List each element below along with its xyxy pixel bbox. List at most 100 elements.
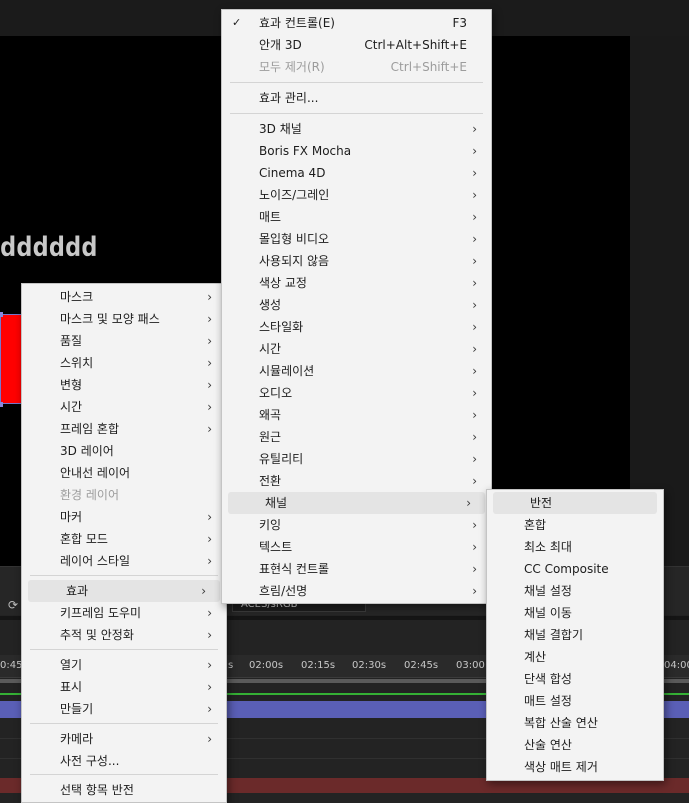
channel-effect-item-산술-연산[interactable]: 산술 연산 [487,734,663,756]
effects-category-item-사용되지-않음[interactable]: 사용되지 않음 › [222,250,491,272]
context-menu-item-추적-및-안정화[interactable]: 추적 및 안정화 › [22,624,226,646]
context-menu-item-시간[interactable]: 시간 › [22,396,226,418]
effects-category-item-boris-fx-mocha[interactable]: Boris FX Mocha › [222,140,491,162]
context-menu-item-효과[interactable]: 효과 › [28,580,220,602]
reset-exposure-icon[interactable]: ⟳ [8,599,20,611]
effects-category-item-표현식-컨트롤[interactable]: 표현식 컨트롤 › [222,558,491,580]
context-menu-item-label: 추적 및 안정화 [60,628,134,642]
layer-handle[interactable] [0,312,3,317]
context-menu-item-label: 만들기 [60,702,94,716]
effects-category-item-색상-교정[interactable]: 색상 교정 › [222,272,491,294]
channel-effect-item-label: 매트 설정 [524,694,572,708]
effects-menu-item-모두-제거-r[interactable]: 모두 제거(R) Ctrl+Shift+E [222,56,491,78]
channel-effect-item-채널-설정[interactable]: 채널 설정 [487,580,663,602]
channel-effect-item-색상-매트-제거[interactable]: 색상 매트 제거 [487,756,663,778]
context-menu-item-label: 변형 [60,378,83,392]
layer-handle[interactable] [0,402,3,407]
channel-effect-item-label: 채널 이동 [524,606,572,620]
effects-category-item-오디오[interactable]: 오디오 › [222,382,491,404]
context-menu-item-label: 키프레임 도우미 [60,606,142,620]
effects-category-item-시뮬레이션[interactable]: 시뮬레이션 › [222,360,491,382]
effects-category-item-채널[interactable]: 채널 › [228,492,485,514]
shortcut-label: Ctrl+Alt+Shift+E [364,38,467,52]
effects-category-item-흐림-선명[interactable]: 흐림/선명 › [222,580,491,602]
chevron-right-icon: › [466,496,471,510]
channel-effect-item-복합-산술-연산[interactable]: 복합 산술 연산 [487,712,663,734]
context-menu-item-선택-항목-반전[interactable]: 선택 항목 반전 [22,779,226,801]
chevron-right-icon: › [472,276,477,290]
effects-category-item-키잉[interactable]: 키잉 › [222,514,491,536]
effects-category-item-매트[interactable]: 매트 › [222,206,491,228]
context-menu-item-마스크[interactable]: 마스크 › [22,286,226,308]
channel-effect-item-계산[interactable]: 계산 [487,646,663,668]
context-menu-item-혼합-모드[interactable]: 혼합 모드 › [22,528,226,550]
context-menu-item-키프레임-도우미[interactable]: 키프레임 도우미 › [22,602,226,624]
effects-category-item-3d-채널[interactable]: 3D 채널 › [222,118,491,140]
context-menu-item-label: 스위치 [60,356,94,370]
effects-category-item-cinema-4d[interactable]: Cinema 4D › [222,162,491,184]
context-menu-item-환경-레이어[interactable]: 환경 레이어 [22,484,226,506]
effects-category-item-label: 원근 [259,430,282,444]
effects-category-item-label: 오디오 [259,386,293,400]
chevron-right-icon: › [207,422,212,436]
effects-menu-item-안개-3d[interactable]: 안개 3D Ctrl+Alt+Shift+E [222,34,491,56]
effects-category-item-스타일화[interactable]: 스타일화 › [222,316,491,338]
context-menu-item-열기[interactable]: 열기 › [22,654,226,676]
menu-separator [30,723,218,724]
channel-effect-item-매트-설정[interactable]: 매트 설정 [487,690,663,712]
effects-menu-item-label: 안개 3D [259,38,302,52]
ruler-tick: 04:00 [664,660,689,671]
effects-category-item-왜곡[interactable]: 왜곡 › [222,404,491,426]
effects-category-item-전환[interactable]: 전환 › [222,470,491,492]
channel-effect-item-최소-최대[interactable]: 최소 최대 [487,536,663,558]
effects-category-item-label: Cinema 4D [259,166,326,180]
ruler-tick: 0:45 [0,660,23,671]
context-menu-item-3d-레이어[interactable]: 3D 레이어 [22,440,226,462]
context-menu-item-프레임-혼합[interactable]: 프레임 혼합 › [22,418,226,440]
layer-context-menu: 마스크 › 마스크 및 모양 패스 › 품질 › 스위치 › 변형 › 시간 › 프레임 혼합 › 3D 레… [21,283,227,803]
shortcut-label: Ctrl+Shift+E [390,60,467,74]
chevron-right-icon: › [472,298,477,312]
effects-category-item-label: 매트 [259,210,282,224]
context-menu-item-품질[interactable]: 품질 › [22,330,226,352]
effects-category-item-몰입형-비디오[interactable]: 몰입형 비디오 › [222,228,491,250]
effects-category-item-노이즈-그레인[interactable]: 노이즈/그레인 › [222,184,491,206]
chevron-right-icon: › [207,702,212,716]
channel-effect-item-cc-composite[interactable]: CC Composite [487,558,663,580]
effects-menu-item-효과-관리[interactable]: 효과 관리... [222,87,491,109]
channel-effect-item-혼합[interactable]: 혼합 [487,514,663,536]
context-menu-item-label: 선택 항목 반전 [60,783,134,797]
composition-text-layer: dddddd [0,232,98,263]
channel-effect-item-채널-결합기[interactable]: 채널 결합기 [487,624,663,646]
context-menu-item-label: 표시 [60,680,83,694]
effects-category-item-label: 텍스트 [259,540,293,554]
chevron-right-icon: › [472,342,477,356]
chevron-right-icon: › [207,606,212,620]
chevron-right-icon: › [207,312,212,326]
context-menu-item-label: 마커 [60,510,83,524]
effects-category-item-시간[interactable]: 시간 › [222,338,491,360]
chevron-right-icon: › [472,518,477,532]
context-menu-item-스위치[interactable]: 스위치 › [22,352,226,374]
context-menu-item-레이어-스타일[interactable]: 레이어 스타일 › [22,550,226,572]
context-menu-item-label: 환경 레이어 [60,488,120,502]
context-menu-item-마커[interactable]: 마커 › [22,506,226,528]
effects-submenu: ✓ 효과 컨트롤(E) F3 안개 3D Ctrl+Alt+Shift+E 모두 제거(R… [221,9,492,604]
context-menu-item-만들기[interactable]: 만들기 › [22,698,226,720]
effects-category-item-원근[interactable]: 원근 › [222,426,491,448]
context-menu-item-안내선-레이어[interactable]: 안내선 레이어 [22,462,226,484]
effects-category-item-텍스트[interactable]: 텍스트 › [222,536,491,558]
channel-effect-item-반전[interactable]: 반전 [493,492,657,514]
context-menu-item-마스크-및-모양-패스[interactable]: 마스크 및 모양 패스 › [22,308,226,330]
chevron-right-icon: › [207,378,212,392]
context-menu-item-표시[interactable]: 표시 › [22,676,226,698]
channel-effect-item-채널-이동[interactable]: 채널 이동 [487,602,663,624]
effects-category-item-생성[interactable]: 생성 › [222,294,491,316]
channel-effect-item-단색-합성[interactable]: 단색 합성 [487,668,663,690]
context-menu-item-사전-구성[interactable]: 사전 구성... [22,750,226,772]
effects-menu-item-효과-컨트롤-e[interactable]: ✓ 효과 컨트롤(E) F3 [222,12,491,34]
effects-category-item-유틸리티[interactable]: 유틸리티 › [222,448,491,470]
context-menu-item-변형[interactable]: 변형 › [22,374,226,396]
context-menu-item-label: 마스크 [60,290,94,304]
context-menu-item-카메라[interactable]: 카메라 › [22,728,226,750]
